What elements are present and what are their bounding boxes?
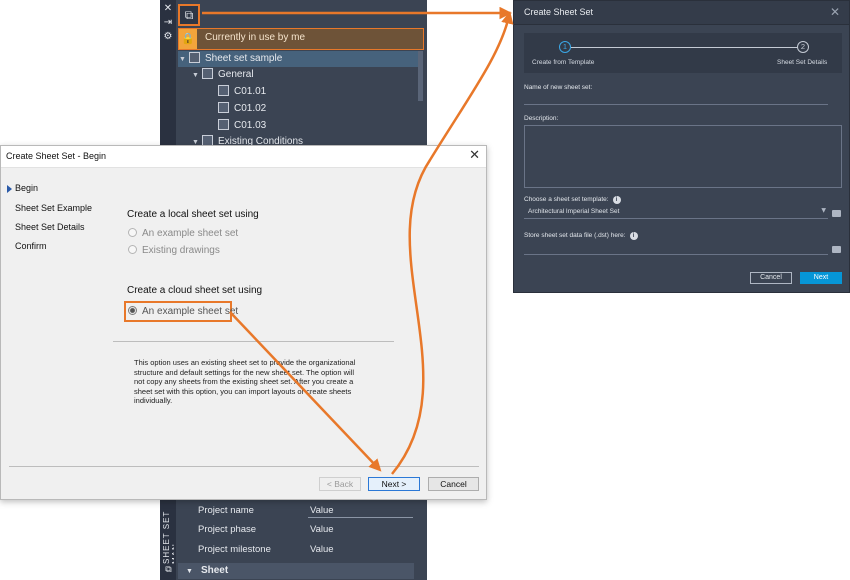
dialog-titlebar: Create Sheet Set ✕ bbox=[514, 1, 849, 25]
scrollbar-thumb[interactable] bbox=[418, 51, 423, 101]
name-field-label: Name of new sheet set: bbox=[524, 84, 593, 91]
tree-item-sheet-set-sample[interactable]: ▼ Sheet set sample bbox=[178, 51, 418, 67]
folder-icon[interactable] bbox=[832, 210, 841, 217]
folder-icon[interactable] bbox=[832, 246, 841, 253]
nav-item-begin: Begin bbox=[15, 183, 39, 193]
close-icon[interactable]: ✕ bbox=[162, 3, 174, 15]
radio-label: An example sheet set bbox=[142, 306, 239, 317]
cloud-section-heading: Create a cloud sheet set using bbox=[127, 285, 263, 296]
in-use-text: Currently in use by me bbox=[205, 32, 306, 43]
close-icon[interactable]: ✕ bbox=[830, 5, 840, 19]
description-field-label: Description: bbox=[524, 115, 559, 122]
property-name: Project milestone bbox=[198, 544, 271, 555]
nav-item-sheet-set-example: Sheet Set Example bbox=[15, 203, 93, 213]
template-label-text: Choose a sheet set template: bbox=[524, 196, 609, 203]
tree-item-general[interactable]: ▼ General bbox=[192, 67, 254, 83]
sheet-group-header[interactable]: ▼ Sheet bbox=[178, 563, 414, 579]
tree-item-label: C01.03 bbox=[234, 120, 267, 131]
palette-side-strip: ✕ ⇥ ⚙ bbox=[160, 0, 176, 150]
divider bbox=[9, 466, 479, 467]
sheet-icon bbox=[218, 119, 229, 130]
tree-item-sheet[interactable]: C01.03 bbox=[218, 118, 266, 134]
template-selected-value: Architectural Imperial Sheet Set bbox=[528, 208, 620, 215]
radio-circle[interactable] bbox=[128, 245, 137, 254]
template-field-label: Choose a sheet set template: i bbox=[524, 196, 621, 204]
lock-icon: 🔒 bbox=[179, 29, 197, 49]
step-1-label: Create from Template bbox=[532, 59, 595, 66]
gear-icon[interactable]: ⚙ bbox=[162, 31, 174, 43]
sheet-icon bbox=[218, 102, 229, 113]
stepper-line bbox=[571, 47, 802, 48]
tree-item-label: C01.01 bbox=[234, 86, 267, 97]
description-field[interactable] bbox=[524, 125, 842, 188]
property-name: Project name bbox=[198, 505, 254, 516]
radio-circle-selected[interactable] bbox=[128, 306, 137, 315]
tree-item-label: General bbox=[218, 69, 254, 80]
store-path-field[interactable] bbox=[524, 254, 828, 255]
store-label-text: Store sheet set data file (.dst) here: bbox=[524, 232, 626, 239]
radio-local-example[interactable]: An example sheet set bbox=[128, 227, 238, 241]
name-field[interactable] bbox=[524, 104, 828, 105]
tree-item-label: Sheet set sample bbox=[205, 53, 283, 64]
collapse-arrow-icon[interactable]: ▼ bbox=[192, 68, 202, 84]
tree-item-sheet[interactable]: C01.01 bbox=[218, 84, 266, 100]
wizard-stepper: 1 2 Create from Template Sheet Set Detai… bbox=[524, 33, 842, 73]
sheet-set-icon[interactable]: ⧉ bbox=[178, 4, 200, 26]
tree-item-sheet[interactable]: C01.02 bbox=[218, 101, 266, 117]
create-sheet-set-dialog: Create Sheet Set ✕ 1 2 Create from Templ… bbox=[513, 0, 850, 293]
radio-local-existing-drawings[interactable]: Existing drawings bbox=[128, 244, 220, 258]
store-field-label: Store sheet set data file (.dst) here: i bbox=[524, 232, 638, 240]
dialog-titlebar: Create Sheet Set - Begin ✕ bbox=[1, 146, 486, 168]
dialog-title: Create Sheet Set bbox=[524, 7, 594, 17]
tree-item-label: C01.02 bbox=[234, 103, 267, 114]
sheet-icon bbox=[218, 85, 229, 96]
radio-label: An example sheet set bbox=[142, 228, 239, 239]
toolbar-area bbox=[204, 5, 424, 25]
step-1-indicator: 1 bbox=[559, 41, 571, 53]
option-description: This option uses an existing sheet set t… bbox=[134, 358, 356, 405]
property-value[interactable]: Value bbox=[310, 505, 334, 516]
chevron-down-icon: ▼ bbox=[821, 207, 826, 214]
subset-icon bbox=[202, 68, 213, 79]
back-button[interactable]: < Back bbox=[319, 477, 361, 491]
collapse-arrow-icon[interactable]: ▼ bbox=[186, 568, 193, 575]
radio-label: Existing drawings bbox=[142, 245, 220, 256]
group-label: Sheet bbox=[200, 565, 229, 576]
next-button[interactable]: Next > bbox=[368, 477, 420, 491]
info-icon[interactable]: i bbox=[612, 196, 621, 204]
property-value[interactable]: Value bbox=[310, 544, 334, 555]
dialog-title: Create Sheet Set - Begin bbox=[6, 151, 107, 161]
next-button[interactable]: Next bbox=[800, 272, 842, 284]
palette-title: SHEET SET MAN bbox=[162, 510, 174, 564]
cancel-button[interactable]: Cancel bbox=[428, 477, 479, 491]
in-use-banner: 🔒 Currently in use by me bbox=[178, 28, 424, 50]
property-name: Project phase bbox=[198, 524, 257, 535]
create-sheet-set-begin-dialog: Create Sheet Set - Begin ✕ Begin Sheet S… bbox=[0, 145, 487, 500]
sheet-set-icon bbox=[189, 52, 200, 63]
nav-item-confirm: Confirm bbox=[15, 241, 47, 251]
divider bbox=[113, 341, 394, 342]
value-underline bbox=[308, 517, 413, 518]
radio-cloud-example[interactable]: An example sheet set bbox=[128, 305, 238, 319]
step-2-label: Sheet Set Details bbox=[777, 59, 828, 66]
pin-icon[interactable]: ⇥ bbox=[162, 17, 174, 29]
close-icon[interactable]: ✕ bbox=[469, 148, 480, 164]
property-row[interactable]: Project phase Value bbox=[198, 521, 414, 539]
step-2-indicator: 2 bbox=[797, 41, 809, 53]
cancel-button[interactable]: Cancel bbox=[750, 272, 792, 284]
sheet-set-icon[interactable]: ⧉ bbox=[163, 565, 174, 576]
radio-circle[interactable] bbox=[128, 228, 137, 237]
property-row[interactable]: Project milestone Value bbox=[198, 541, 414, 559]
nav-item-sheet-set-details: Sheet Set Details bbox=[15, 222, 85, 232]
local-section-heading: Create a local sheet set using bbox=[127, 209, 259, 220]
collapse-arrow-icon[interactable]: ▼ bbox=[179, 52, 189, 68]
info-icon[interactable]: i bbox=[629, 232, 638, 240]
template-dropdown[interactable]: Architectural Imperial Sheet Set ▼ bbox=[524, 206, 828, 219]
property-value[interactable]: Value bbox=[310, 524, 334, 535]
current-step-arrow-icon bbox=[7, 185, 12, 193]
